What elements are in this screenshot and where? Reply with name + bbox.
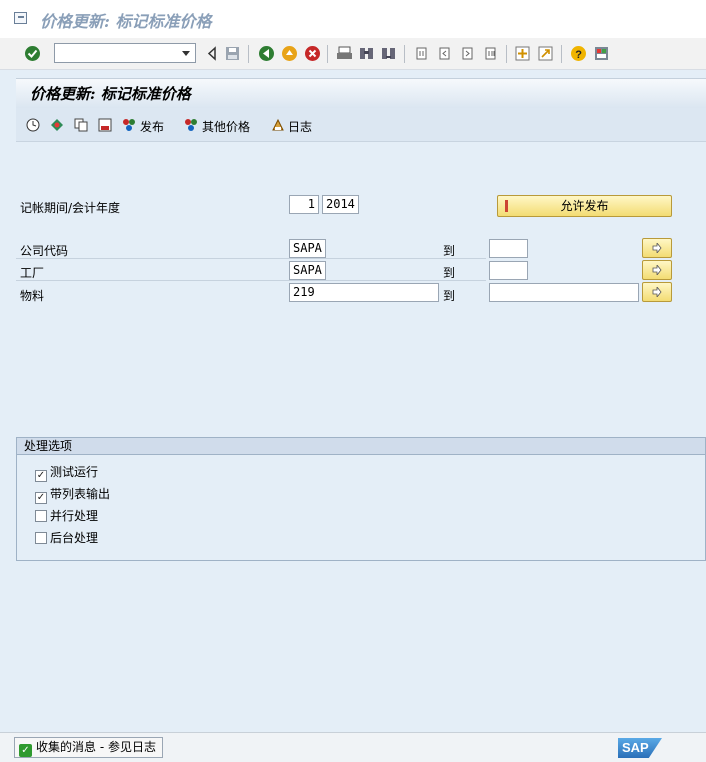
period-field[interactable]: 1 [289,195,319,214]
background-processing-checkbox-row[interactable]: 后台处理 [35,529,98,546]
find-icon[interactable] [358,45,375,62]
find-next-icon[interactable] [380,45,397,62]
test-run-checkbox[interactable]: ✓ [35,470,47,482]
next-page-icon[interactable] [460,45,477,62]
toolbar-separator [327,45,328,63]
release-button[interactable]: 发布 [140,118,164,135]
allow-release-button[interactable]: 允许发布 [497,195,672,217]
arrow-right-icon [652,243,662,253]
test-run-checkbox-row[interactable]: ✓ 测试运行 [35,463,98,482]
plant-multiple-selection-button[interactable] [642,260,672,280]
previous-page-icon[interactable] [437,45,454,62]
arrow-right-icon [652,287,662,297]
plant-label: 工厂 [20,266,45,280]
period-label: 记帐期间/会计年度 [20,201,121,215]
variant-icon[interactable] [50,118,64,132]
first-page-icon[interactable] [414,45,431,62]
cancel-icon[interactable] [304,45,321,62]
release-icon[interactable] [122,118,136,132]
screen-header: 价格更新: 标记标准价格 [16,78,706,108]
company-code-to-field[interactable] [489,239,528,258]
arrow-right-icon [652,265,662,275]
system-toolbar: ? [0,38,706,70]
row-divider [16,258,486,259]
toolbar-separator [404,45,405,63]
svg-text:?: ? [575,49,582,61]
copy-icon[interactable] [74,118,88,132]
list-output-checkbox[interactable]: ✓ [35,492,47,504]
allow-release-label: 允许发布 [560,199,609,213]
new-session-icon[interactable] [514,45,531,62]
release-flag-icon [505,200,508,212]
layout-menu-icon[interactable] [593,45,610,62]
window-title: 价格更新: 标记标准价格 [40,12,212,31]
fiscal-year-field[interactable]: 2014 [322,195,359,214]
window-menu-icon[interactable] [14,12,27,24]
other-prices-button[interactable]: 其他价格 [202,118,250,135]
exit-icon[interactable] [281,45,298,62]
list-output-label: 带列表输出 [50,487,111,501]
toolbar-separator [248,45,249,63]
list-output-checkbox-row[interactable]: ✓ 带列表输出 [35,485,110,504]
other-prices-icon[interactable] [184,118,198,132]
help-icon[interactable]: ? [570,45,587,62]
company-code-label: 公司代码 [20,244,69,258]
status-message[interactable]: ✓ 收集的消息 - 参见日志 [14,737,163,758]
to-label: 到 [443,289,456,303]
application-toolbar: 发布 其他价格 日志 [16,108,706,142]
parallel-processing-checkbox[interactable] [35,510,47,522]
material-to-field[interactable] [489,283,639,302]
log-button[interactable]: 日志 [288,118,312,135]
chevron-down-icon[interactable] [182,51,190,56]
toolbar-separator [561,45,562,63]
to-label: 到 [443,266,456,280]
plant-to-field[interactable] [489,261,528,280]
plant-from-field[interactable]: SAPA [289,261,326,280]
sap-logo: SAP [618,738,662,758]
test-run-label: 测试运行 [50,465,99,479]
enter-icon[interactable] [24,45,41,62]
execute-icon[interactable] [26,118,40,132]
status-bar: ✓ 收集的消息 - 参见日志 SAP [0,732,706,762]
material-multiple-selection-button[interactable] [642,282,672,302]
background-processing-label: 后台处理 [50,531,99,545]
material-from-field[interactable]: 219 [289,283,439,302]
row-divider [16,280,486,281]
processing-options-group: 处理选项 ✓ 测试运行 ✓ 带列表输出 并行处理 后台处理 [16,437,706,561]
page-title: 价格更新: 标记标准价格 [30,85,191,103]
title-bar: 价格更新: 标记标准价格 [0,0,706,38]
company-code-multiple-selection-button[interactable] [642,238,672,258]
to-label: 到 [443,244,456,258]
shortcut-icon[interactable] [537,45,554,62]
collapse-left-icon[interactable] [204,45,221,62]
save-icon[interactable] [224,45,241,62]
processing-options-title: 处理选项 [17,438,705,455]
last-page-icon[interactable] [483,45,500,62]
print-icon[interactable] [336,45,353,62]
save-variant-icon[interactable] [98,118,112,132]
parallel-processing-checkbox-row[interactable]: 并行处理 [35,507,98,524]
parallel-processing-label: 并行处理 [50,509,99,523]
toolbar-separator [506,45,507,63]
material-label: 物料 [20,289,45,303]
log-icon[interactable] [271,118,285,132]
success-check-icon: ✓ [19,744,32,757]
back-icon[interactable] [258,45,275,62]
company-code-from-field[interactable]: SAPA [289,239,326,258]
background-processing-checkbox[interactable] [35,532,47,544]
status-message-text: 收集的消息 - 参见日志 [36,740,156,754]
command-field[interactable] [54,43,196,63]
